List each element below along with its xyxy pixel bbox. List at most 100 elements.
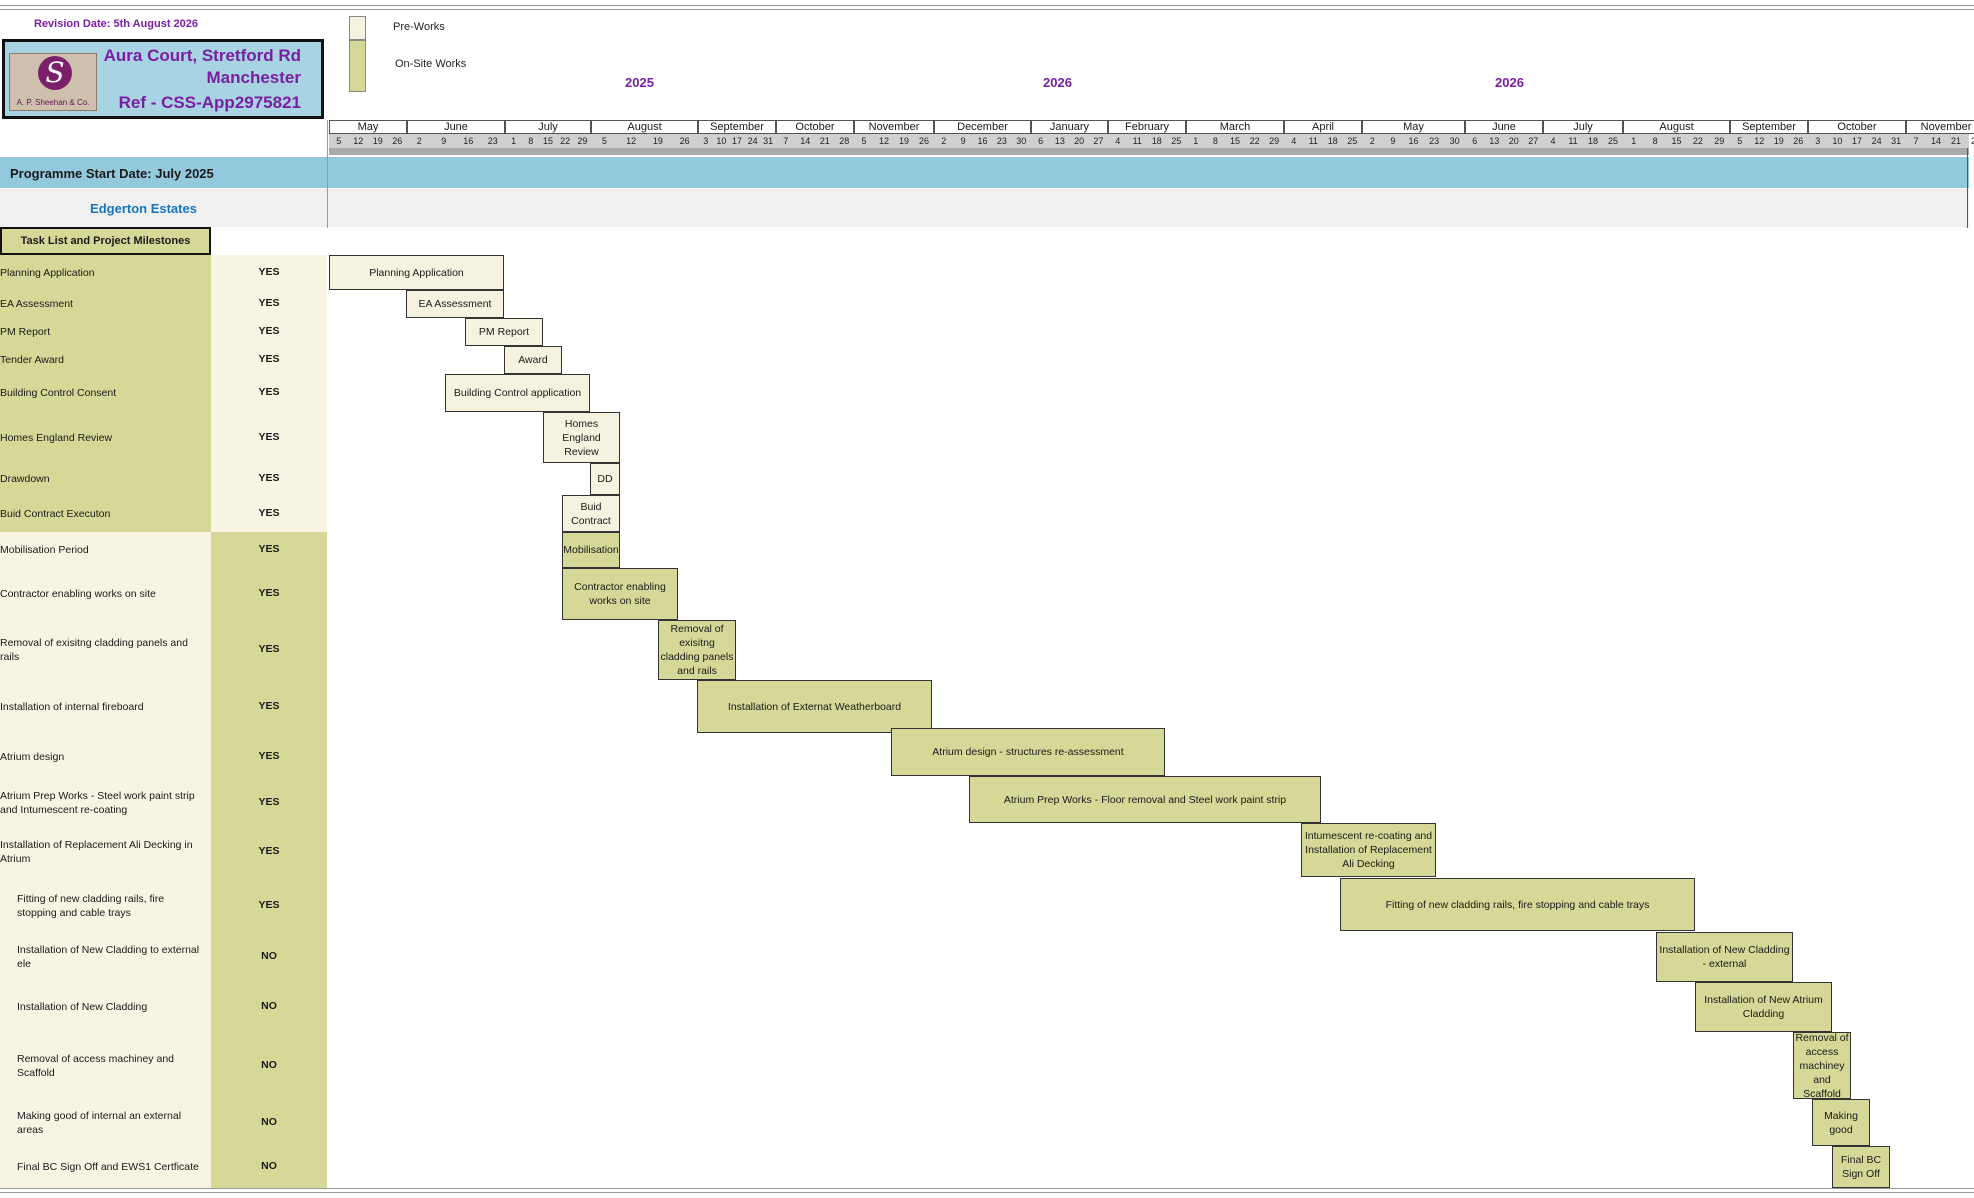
- start-date-band: [0, 157, 1969, 188]
- gantt-bar[interactable]: Homes England Review: [543, 412, 620, 463]
- task-status: YES: [258, 386, 280, 398]
- gantt-bar[interactable]: DD: [590, 463, 620, 495]
- gantt-bar[interactable]: Mobilisation: [562, 532, 620, 568]
- week-cell: 12: [878, 136, 889, 146]
- week-cell: 28: [839, 136, 850, 146]
- gantt-bar[interactable]: Award: [504, 346, 562, 374]
- bottom-border: [0, 1188, 1974, 1193]
- month-cell: June: [1465, 120, 1543, 134]
- task-status: YES: [258, 543, 280, 555]
- task-label: Tender Award: [0, 354, 65, 366]
- task-status: NO: [261, 1115, 277, 1128]
- task-label: Atrium Prep Works - Steel work paint str…: [0, 790, 195, 816]
- week-cell: 1: [1631, 136, 1637, 146]
- week-cell: 27: [1093, 136, 1104, 146]
- week-cell: 29: [1714, 136, 1725, 146]
- task-label: Atrium design: [0, 751, 65, 763]
- client-band: [0, 189, 1969, 227]
- week-cell: 22: [1249, 136, 1260, 146]
- task-label: Installation of New Cladding: [17, 1001, 148, 1013]
- week-cell: 26: [679, 136, 690, 146]
- top-border: [0, 5, 1974, 10]
- week-cell: 30: [1016, 136, 1027, 146]
- week-cell: 5: [1737, 136, 1743, 146]
- task-status: NO: [261, 1000, 277, 1012]
- week-cell: 10: [1832, 136, 1843, 146]
- logo-mark-icon: S: [38, 56, 72, 90]
- task-label: Removal of exisitng cladding panels and …: [0, 637, 188, 663]
- week-cell: 2: [1369, 136, 1375, 146]
- gantt-bar[interactable]: Atrium design - structures re-assessment: [891, 728, 1165, 776]
- week-cell: 20: [1074, 136, 1085, 146]
- gantt-bar[interactable]: Installation of Externat Weatherboard: [697, 680, 932, 733]
- task-label: Planning Application: [0, 266, 95, 279]
- month-cell: April: [1284, 120, 1362, 134]
- month-cell: December: [934, 120, 1031, 134]
- week-cell: 9: [960, 136, 966, 146]
- week-cell: 24: [1871, 136, 1882, 146]
- task-label: PM Report: [0, 326, 51, 338]
- week-cell: 15: [1671, 136, 1682, 146]
- task-status: YES: [258, 297, 280, 309]
- programme-start-date: Programme Start Date: July 2025: [10, 166, 214, 181]
- week-cell: 1: [1193, 136, 1199, 146]
- week-cell: 7: [1913, 136, 1919, 146]
- logo-text: A. P. Sheehan & Co.: [16, 98, 90, 107]
- column-divider: [327, 120, 328, 228]
- week-cell: 5: [336, 136, 342, 146]
- week-cell: 19: [652, 136, 663, 146]
- month-cell: July: [1543, 120, 1623, 134]
- week-cell: 8: [1652, 136, 1658, 146]
- task-status: YES: [258, 845, 280, 857]
- gantt-bar[interactable]: Intumescent re-coating and Installation …: [1301, 823, 1436, 877]
- legend-onsite-swatch: [349, 40, 366, 92]
- gantt-bar[interactable]: Planning Application: [329, 255, 504, 290]
- week-cell: 10: [716, 136, 727, 146]
- gantt-bar[interactable]: Final BC Sign Off: [1832, 1146, 1890, 1188]
- week-cell: 16: [977, 136, 988, 146]
- week-cell: 18: [1151, 136, 1162, 146]
- week-cell: 15: [542, 136, 553, 146]
- month-cell: August: [1623, 120, 1730, 134]
- week-cell: 24: [747, 136, 758, 146]
- week-cell: 7: [783, 136, 789, 146]
- gantt-bar[interactable]: Fitting of new cladding rails, fire stop…: [1340, 878, 1695, 931]
- gantt-bar[interactable]: EA Assessment: [406, 290, 504, 318]
- gantt-bar[interactable]: Building Control application: [445, 374, 590, 412]
- gantt-bar[interactable]: Removal of exisitng cladding panels and …: [658, 620, 736, 680]
- task-label: Buid Contract Executon: [0, 507, 111, 520]
- client-name: Edgerton Estates: [90, 201, 197, 216]
- gantt-bar[interactable]: Contractor enabling works on site: [562, 568, 678, 620]
- month-header-row: May June July August September October Novembe…: [329, 120, 1974, 134]
- task-status: YES: [258, 699, 280, 712]
- gantt-bar[interactable]: Removal of access machiney and Scaffold: [1793, 1032, 1851, 1099]
- week-cell: 31: [763, 136, 774, 146]
- month-cell: May: [1362, 120, 1465, 134]
- week-cell: 27: [1528, 136, 1539, 146]
- week-cell: 5: [601, 136, 607, 146]
- legend-pre-swatch: [349, 16, 366, 40]
- task-label: Mobilisation Period: [0, 544, 89, 556]
- task-label: Making good of internal an external area…: [17, 1109, 182, 1136]
- gantt-bar[interactable]: Installation of New Atrium Cladding: [1695, 982, 1832, 1032]
- gantt-bar[interactable]: PM Report: [465, 318, 543, 346]
- week-cell: 18: [1327, 136, 1338, 146]
- gantt-bar[interactable]: Installation of New Cladding - external: [1656, 932, 1793, 982]
- task-status: NO: [261, 950, 277, 962]
- gantt-bar[interactable]: Buid Contract: [562, 495, 620, 532]
- week-cell: 15: [1229, 136, 1240, 146]
- task-status: YES: [258, 750, 280, 762]
- week-cell: 3: [1815, 136, 1821, 146]
- week-cell: 1: [511, 136, 517, 146]
- month-cell: October: [1808, 120, 1906, 134]
- legend-onsite-label: On-Site Works: [395, 58, 467, 70]
- week-cell: 17: [1851, 136, 1862, 146]
- gantt-bar[interactable]: Atrium Prep Works - Floor removal and St…: [969, 776, 1321, 823]
- week-cell: 8: [528, 136, 534, 146]
- week-cell: 6: [1472, 136, 1478, 146]
- week-cell: 26: [918, 136, 929, 146]
- task-status: YES: [258, 587, 280, 599]
- gantt-bar[interactable]: Making good: [1812, 1099, 1870, 1146]
- task-status: YES: [258, 265, 280, 278]
- week-cell: 19: [898, 136, 909, 146]
